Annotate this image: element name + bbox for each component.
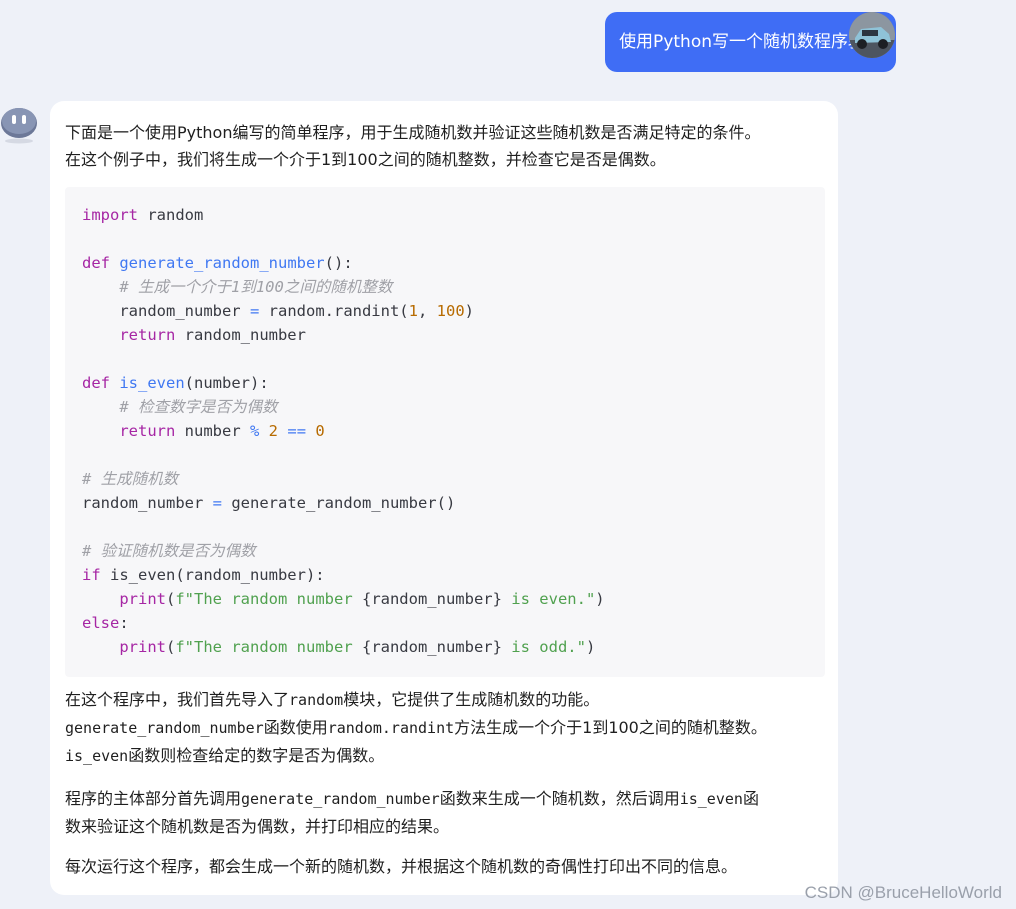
reply-explanation: 在这个程序中，我们首先导入了random模块，它提供了生成随机数的功能。 gen… <box>65 686 825 770</box>
explanation-line-2: generate_random_number函数使用random.randint… <box>65 718 767 737</box>
robot-icon <box>1 108 37 144</box>
explanation-line-3: is_even函数则检查给定的数字是否为偶数。 <box>65 746 385 765</box>
intro-line-1: 下面是一个使用Python编写的简单程序，用于生成随机数并验证这些随机数是否满足… <box>65 123 761 142</box>
car-photo-icon <box>849 12 895 58</box>
code-block: import random def generate_random_number… <box>65 187 825 677</box>
code-content: import random def generate_random_number… <box>82 206 605 656</box>
reply-intro: 下面是一个使用Python编写的简单程序，用于生成随机数并验证这些随机数是否满足… <box>65 119 825 173</box>
watermark: CSDN @BruceHelloWorld <box>804 883 1002 902</box>
bot-avatar <box>0 104 38 144</box>
explanation-line-1: 在这个程序中，我们首先导入了random模块，它提供了生成随机数的功能。 <box>65 690 600 709</box>
reply-main-logic: 程序的主体部分首先调用generate_random_number函数来生成一个… <box>65 785 825 840</box>
main-logic-line-1: 程序的主体部分首先调用generate_random_number函数来生成一个… <box>65 789 759 808</box>
assistant-message-card: 下面是一个使用Python编写的简单程序，用于生成随机数并验证这些随机数是否满足… <box>50 101 838 895</box>
user-avatar[interactable] <box>849 12 895 58</box>
reply-conclusion: 每次运行这个程序，都会生成一个新的随机数，并根据这个随机数的奇偶性打印出不同的信… <box>65 857 738 876</box>
intro-line-2: 在这个例子中，我们将生成一个介于1到100之间的随机整数，并检查它是否是偶数。 <box>65 150 666 169</box>
main-logic-line-2: 数来验证这个随机数是否为偶数，并打印相应的结果。 <box>65 817 450 836</box>
